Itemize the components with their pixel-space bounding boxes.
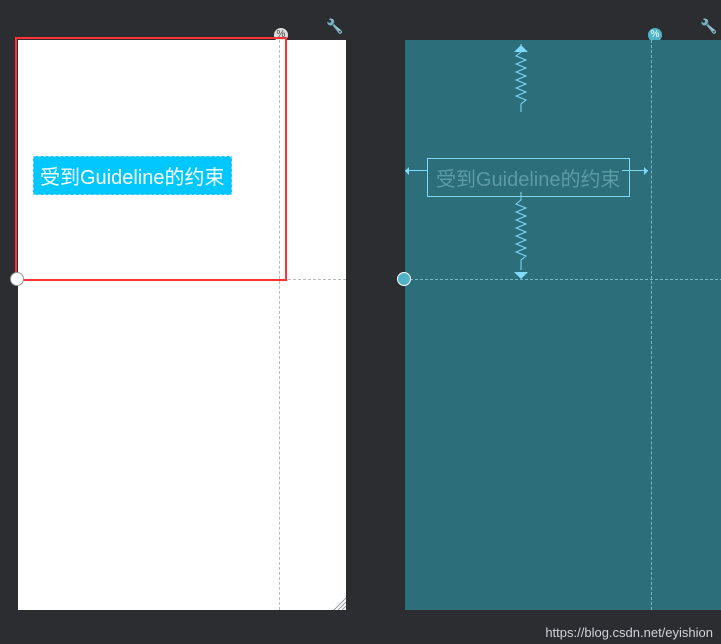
textview-widget[interactable]: 受到Guideline的约束 <box>33 156 232 195</box>
constraint-left-arrow <box>405 170 427 171</box>
constraint-top-spring <box>515 44 527 116</box>
textview-widget-bp[interactable]: 受到Guideline的约束 <box>427 158 630 197</box>
hguideline-handle-right[interactable] <box>397 272 411 286</box>
design-surface[interactable]: 受到Guideline的约束 <box>18 40 346 610</box>
vertical-guideline-bp[interactable] <box>651 40 652 610</box>
resize-grip-icon[interactable] <box>330 594 346 610</box>
watermark-text: https://blog.csdn.net/eyishion <box>545 625 713 640</box>
constraint-bottom-spring <box>515 192 527 278</box>
resize-grip-icon-bp[interactable] <box>717 594 721 610</box>
hguideline-handle-left[interactable] <box>10 272 24 286</box>
constraint-bottom-arrowhead <box>514 272 528 286</box>
textview-label-bp: 受到Guideline的约束 <box>436 169 621 191</box>
view-options-icon-left[interactable]: 🔧 <box>326 18 343 35</box>
blueprint-surface[interactable]: 受到Guideline的约束 <box>405 40 721 610</box>
view-options-icon-right[interactable]: 🔧 <box>700 18 717 35</box>
constraint-right-arrow <box>622 170 648 171</box>
horizontal-guideline-bp[interactable] <box>405 279 721 280</box>
textview-label: 受到Guideline的约束 <box>40 167 225 189</box>
